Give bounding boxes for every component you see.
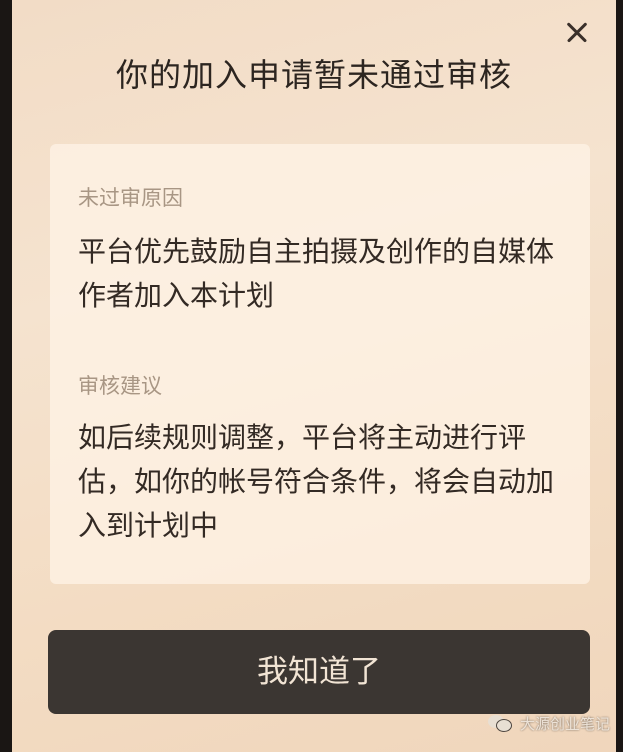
watermark: 大源创业笔记	[488, 708, 610, 738]
advice-text: 如后续规则调整，平台将主动进行评估，如你的帐号符合条件，将会自动加入到计划中	[78, 421, 555, 542]
wechat-icon	[488, 713, 514, 733]
reason-text: 平台优先鼓励自主拍摄及创作的自媒体作者加入本计划	[78, 235, 555, 312]
reason-label: 未过审原因	[78, 186, 183, 210]
review-rejected-dialog: 你的加入申请暂未通过审核 未过审原因 平台优先鼓励自主拍摄及创作的自媒体作者加入…	[12, 0, 616, 752]
close-icon[interactable]	[560, 14, 596, 50]
screen: 你的加入申请暂未通过审核 未过审原因 平台优先鼓励自主拍摄及创作的自媒体作者加入…	[0, 0, 623, 752]
advice-label: 审核建议	[78, 374, 162, 398]
confirm-button[interactable]: 我知道了	[48, 630, 590, 714]
watermark-text: 大源创业笔记	[520, 714, 611, 733]
review-detail-card: 未过审原因 平台优先鼓励自主拍摄及创作的自媒体作者加入本计划 审核建议 如后续规…	[50, 144, 590, 584]
dialog-title: 你的加入申请暂未通过审核	[115, 56, 512, 94]
